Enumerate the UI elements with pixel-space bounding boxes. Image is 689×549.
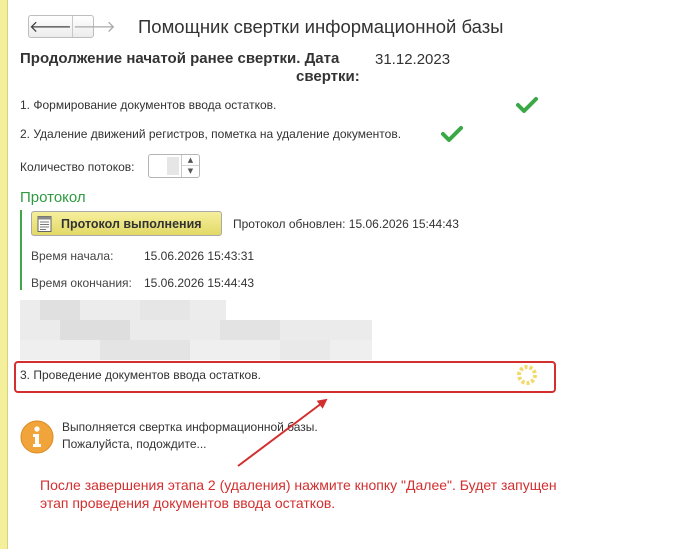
arrow-right-icon: 🡒 <box>72 16 116 36</box>
info-message-line2: Пожалуйста, подождите... <box>62 437 207 451</box>
start-time-value: 15.06.2026 15:43:31 <box>144 249 255 263</box>
end-time-label: Время окончания: <box>31 276 132 290</box>
back-button[interactable]: 🡐 <box>29 16 73 37</box>
protocol-updated-text: Протокол обновлен: 15.06.2026 15:44:43 <box>233 217 459 231</box>
step-3-label: 3. Проведение документов ввода остатков. <box>20 368 261 382</box>
checkmark-icon <box>441 126 463 142</box>
threads-label: Количество потоков: <box>20 160 135 174</box>
page-title: Помощник свертки информационной базы <box>138 16 504 37</box>
forward-button[interactable]: 🡒 <box>73 16 116 37</box>
stepper-down-button[interactable]: ▼ <box>182 166 199 177</box>
start-time-label: Время начала: <box>31 249 114 263</box>
checkmark-icon <box>516 97 538 113</box>
end-time-value: 15.06.2026 15:44:43 <box>144 276 255 290</box>
heading-line2: свертки: <box>296 68 360 85</box>
info-icon <box>20 420 54 454</box>
heading-date: 31.12.2023 <box>375 51 451 68</box>
protocol-section-title: Протокол <box>20 189 86 206</box>
protocol-button-label: Протокол выполнения <box>61 216 202 231</box>
annotation-text-line1: После завершения этапа 2 (удаления) нажм… <box>40 477 557 493</box>
threads-count-value <box>167 157 179 175</box>
redacted-area <box>20 300 372 360</box>
step-1-label: 1. Формирование документов ввода остатко… <box>20 98 277 112</box>
stepper-spinner: ▲ ▼ <box>181 155 199 177</box>
threads-count-stepper[interactable]: ▲ ▼ <box>148 154 200 178</box>
step-2-label: 2. Удаление движений регистров, пометка … <box>20 127 402 141</box>
navigation-buttons: 🡐 🡒 <box>28 15 116 38</box>
stepper-up-button[interactable]: ▲ <box>182 155 199 166</box>
left-panel-stripe <box>0 0 8 549</box>
heading-line1: Продолжение начатой ранее свертки. Дата <box>20 50 340 67</box>
arrow-left-icon: 🡐 <box>29 16 72 36</box>
protocol-button[interactable]: Протокол выполнения <box>31 211 222 236</box>
protocol-section-bar <box>20 210 22 290</box>
info-message-line1: Выполняется свертка информационной базы. <box>62 420 318 434</box>
loading-spinner-icon <box>517 365 537 385</box>
annotation-text-line2: этап проведения документов ввода остатко… <box>40 495 336 511</box>
document-list-icon <box>37 215 52 232</box>
